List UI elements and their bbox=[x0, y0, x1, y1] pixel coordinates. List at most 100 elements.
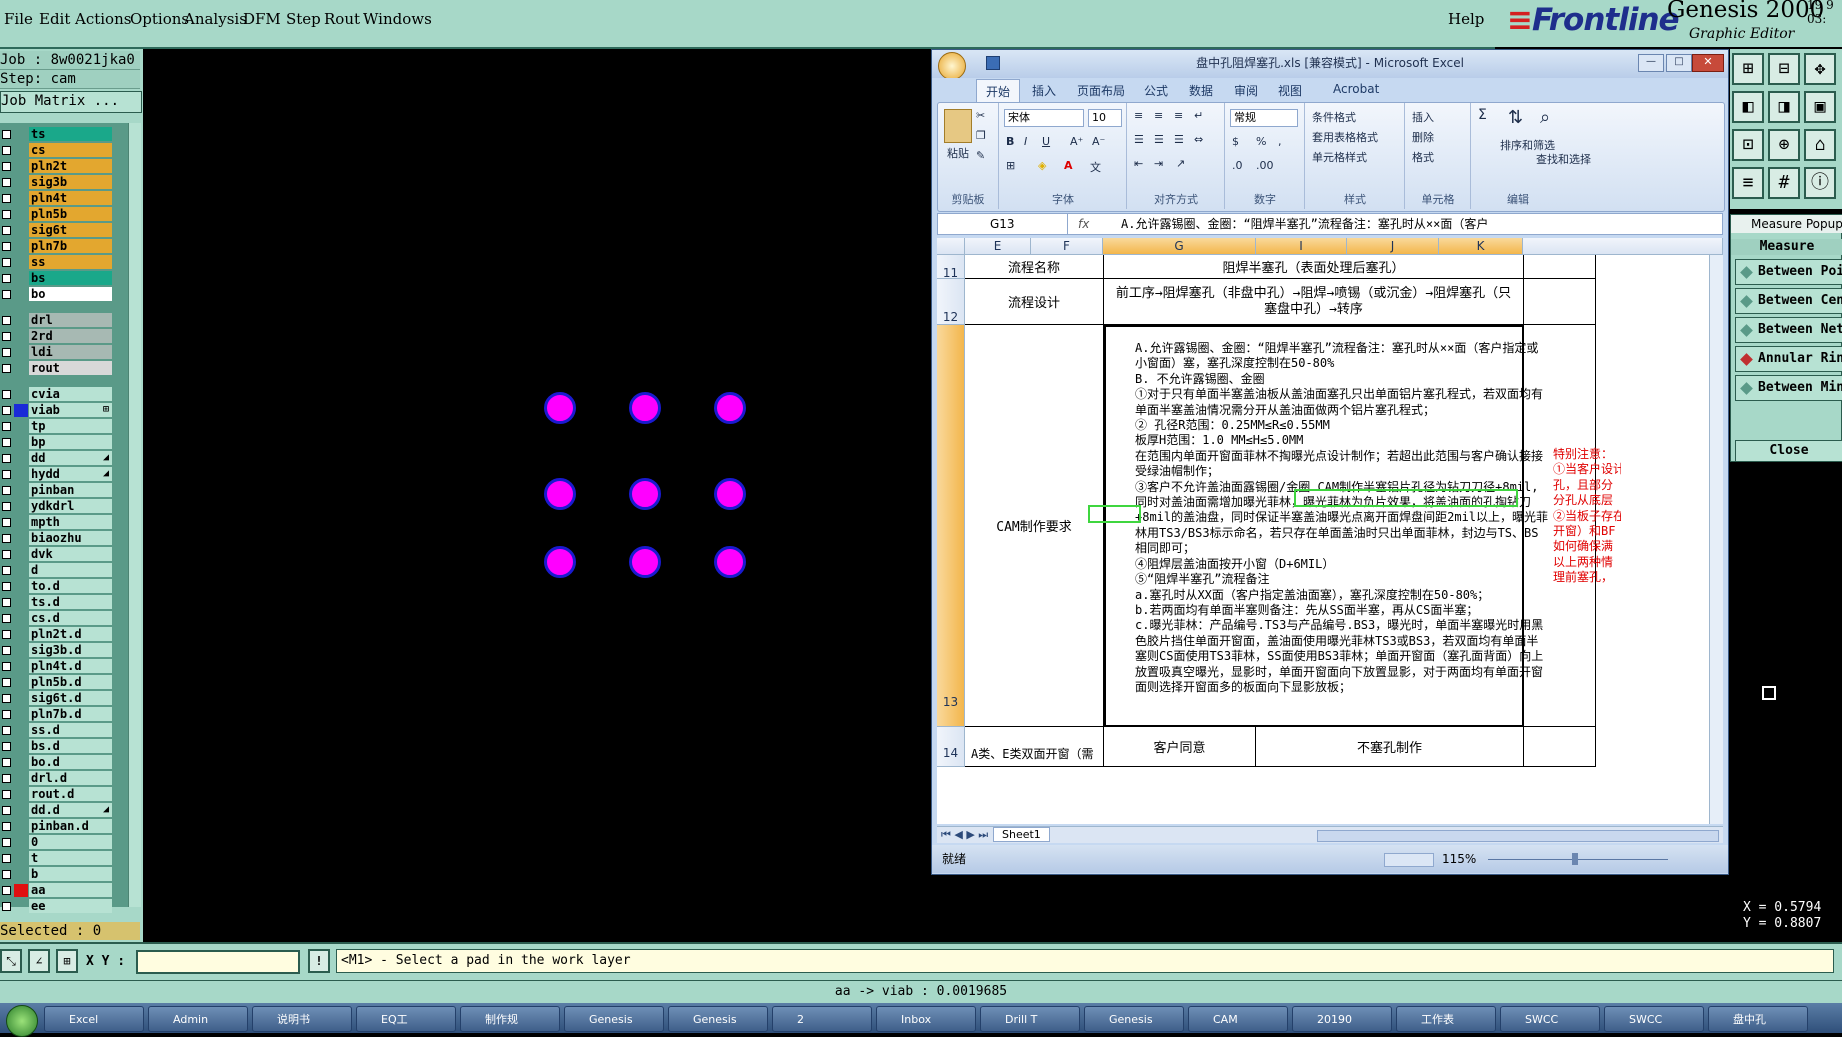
cell-e13[interactable]: CAM制作要求 bbox=[965, 325, 1104, 727]
cell-g12[interactable]: 前工序→阻焊塞孔（非盘中孔）→阻焊→喷锡（或沉金）→阻焊塞孔（只塞盘中孔）→转序 bbox=[1104, 279, 1524, 325]
layer-name[interactable]: 0 bbox=[29, 835, 112, 849]
layer-name[interactable]: aa bbox=[29, 883, 112, 897]
between-min-button[interactable]: Between Min bbox=[1735, 375, 1842, 401]
layer-name[interactable]: pinban bbox=[29, 483, 112, 497]
zoom-in-icon[interactable]: ⊞ bbox=[1732, 53, 1764, 85]
layer-color-swatch[interactable] bbox=[14, 224, 28, 237]
center-icon[interactable]: ⊕ bbox=[1768, 129, 1800, 161]
layer-name[interactable]: mpth bbox=[29, 515, 112, 529]
layer-row-sig6t[interactable]: sig6t bbox=[0, 223, 114, 238]
layer-checkbox[interactable] bbox=[2, 678, 11, 687]
col-header-k[interactable]: K bbox=[1439, 238, 1523, 255]
layer-checkbox[interactable] bbox=[2, 774, 11, 783]
layer-row-ldi[interactable]: ldi bbox=[0, 345, 114, 360]
taskbar-item[interactable]: SWCC bbox=[1604, 1006, 1704, 1032]
layer-name[interactable]: bo bbox=[29, 287, 112, 301]
layer-color-swatch[interactable] bbox=[14, 676, 28, 689]
layer-name[interactable]: rout.d bbox=[29, 787, 112, 801]
layer-name[interactable]: sig3b.d bbox=[29, 643, 112, 657]
border-icon[interactable]: ⊞ bbox=[1006, 159, 1015, 172]
orientation-icon[interactable]: ↗ bbox=[1176, 157, 1185, 170]
cell-l11[interactable] bbox=[1524, 255, 1596, 279]
job-matrix-button[interactable]: Job Matrix ... bbox=[0, 91, 142, 113]
col-header-e[interactable]: E bbox=[965, 238, 1031, 255]
layer-name[interactable]: dvk bbox=[29, 547, 112, 561]
layer-row-drl-d[interactable]: drl.d bbox=[0, 771, 114, 786]
layer-name[interactable]: b bbox=[29, 867, 112, 881]
layer-row-bo-d[interactable]: bo.d bbox=[0, 755, 114, 770]
via-pad[interactable] bbox=[629, 546, 661, 578]
layer-color-swatch[interactable] bbox=[14, 596, 28, 609]
layer-color-swatch[interactable] bbox=[14, 644, 28, 657]
layer-row-sig6t-d[interactable]: sig6t.d bbox=[0, 691, 114, 706]
menu-step[interactable]: Step bbox=[286, 10, 321, 28]
taskbar-item[interactable]: 20190 bbox=[1292, 1006, 1392, 1032]
layer-row-cs[interactable]: cs bbox=[0, 143, 114, 158]
layer-row-sig3b[interactable]: sig3b bbox=[0, 175, 114, 190]
office-button-icon[interactable] bbox=[938, 52, 966, 80]
layer-name[interactable]: bs.d bbox=[29, 739, 112, 753]
sort-filter-icon[interactable]: ⇅ bbox=[1508, 107, 1523, 128]
layer-row-pln4t[interactable]: pln4t bbox=[0, 191, 114, 206]
layer-name[interactable]: cs bbox=[29, 143, 112, 157]
row-header-11[interactable]: 11 bbox=[937, 255, 965, 280]
menu-edit[interactable]: Edit bbox=[39, 10, 70, 28]
tab-formulas[interactable]: 公式 bbox=[1144, 82, 1168, 99]
layer-row-b[interactable]: b bbox=[0, 867, 114, 882]
layer-color-swatch[interactable] bbox=[14, 868, 28, 881]
layer-row-pln7b-d[interactable]: pln7b.d bbox=[0, 707, 114, 722]
layer-color-swatch[interactable] bbox=[14, 500, 28, 513]
cell-e14[interactable]: A类、E类双面开窗（需 bbox=[965, 727, 1104, 767]
layer-checkbox[interactable] bbox=[2, 316, 11, 325]
layer-name[interactable]: hydd ◢ bbox=[29, 467, 112, 481]
layer-row-viab[interactable]: viab ⊞ bbox=[0, 403, 114, 418]
layer-name[interactable]: ts.d bbox=[29, 595, 112, 609]
layer-color-swatch[interactable] bbox=[14, 580, 28, 593]
row-header-12[interactable]: 12 bbox=[937, 279, 965, 325]
layer-color-swatch[interactable] bbox=[14, 708, 28, 721]
layer-row-pln2t-d[interactable]: pln2t.d bbox=[0, 627, 114, 642]
taskbar-item[interactable]: Inbox bbox=[876, 1006, 976, 1032]
percent-icon[interactable]: % bbox=[1256, 135, 1266, 148]
taskbar-item[interactable]: Genesis bbox=[668, 1006, 768, 1032]
layer-color-swatch[interactable] bbox=[14, 176, 28, 189]
layer-checkbox[interactable] bbox=[2, 210, 11, 219]
layer-color-swatch[interactable] bbox=[14, 772, 28, 785]
layer-name[interactable]: bp bbox=[29, 435, 112, 449]
layer-row-bs-d[interactable]: bs.d bbox=[0, 739, 114, 754]
layer-name[interactable]: pln2t.d bbox=[29, 627, 112, 641]
format-cells-button[interactable]: 格式 bbox=[1412, 149, 1434, 165]
layer-checkbox[interactable] bbox=[2, 710, 11, 719]
layer-name[interactable]: tp bbox=[29, 419, 112, 433]
layer-row-sig3b-d[interactable]: sig3b.d bbox=[0, 643, 114, 658]
layer-checkbox[interactable] bbox=[2, 194, 11, 203]
layer-name[interactable]: rout bbox=[29, 361, 112, 375]
minimize-icon[interactable]: — bbox=[1638, 54, 1664, 72]
layer-color-swatch[interactable] bbox=[14, 804, 28, 817]
worksheet[interactable]: E F G I J K 11 12 13 14 流程名称 阻焊半塞孔（表面处理后… bbox=[937, 238, 1723, 824]
layer-color-swatch[interactable] bbox=[14, 256, 28, 269]
layer-name[interactable]: 2rd bbox=[29, 329, 112, 343]
layer-checkbox[interactable] bbox=[2, 614, 11, 623]
pan-icon[interactable]: ✥ bbox=[1804, 53, 1836, 85]
shrink-font-icon[interactable]: A⁻ bbox=[1092, 135, 1105, 148]
outdent-icon[interactable]: ⇥ bbox=[1154, 157, 1163, 170]
bold-icon[interactable]: B bbox=[1006, 135, 1014, 148]
layer-name[interactable]: bo.d bbox=[29, 755, 112, 769]
col-header-i[interactable]: I bbox=[1256, 238, 1347, 255]
taskbar-item[interactable]: Genesis bbox=[1084, 1006, 1184, 1032]
zoom-out-icon[interactable]: ⊟ bbox=[1768, 53, 1800, 85]
layer-color-swatch[interactable] bbox=[14, 192, 28, 205]
between-nets-button[interactable]: Between Nets bbox=[1735, 317, 1842, 343]
layer-row-mpth[interactable]: mpth bbox=[0, 515, 114, 530]
layer-checkbox[interactable] bbox=[2, 694, 11, 703]
autosum-icon[interactable]: Σ bbox=[1478, 107, 1487, 123]
layer-color-swatch[interactable] bbox=[14, 884, 28, 897]
layer-checkbox[interactable] bbox=[2, 886, 11, 895]
layer-checkbox[interactable] bbox=[2, 390, 11, 399]
layer-color-swatch[interactable] bbox=[14, 836, 28, 849]
layer-checkbox[interactable] bbox=[2, 178, 11, 187]
row-header-14[interactable]: 14 bbox=[937, 727, 965, 767]
layers-icon[interactable]: ≡ bbox=[1732, 167, 1764, 199]
taskbar-item[interactable]: 盘中孔 bbox=[1708, 1006, 1808, 1032]
